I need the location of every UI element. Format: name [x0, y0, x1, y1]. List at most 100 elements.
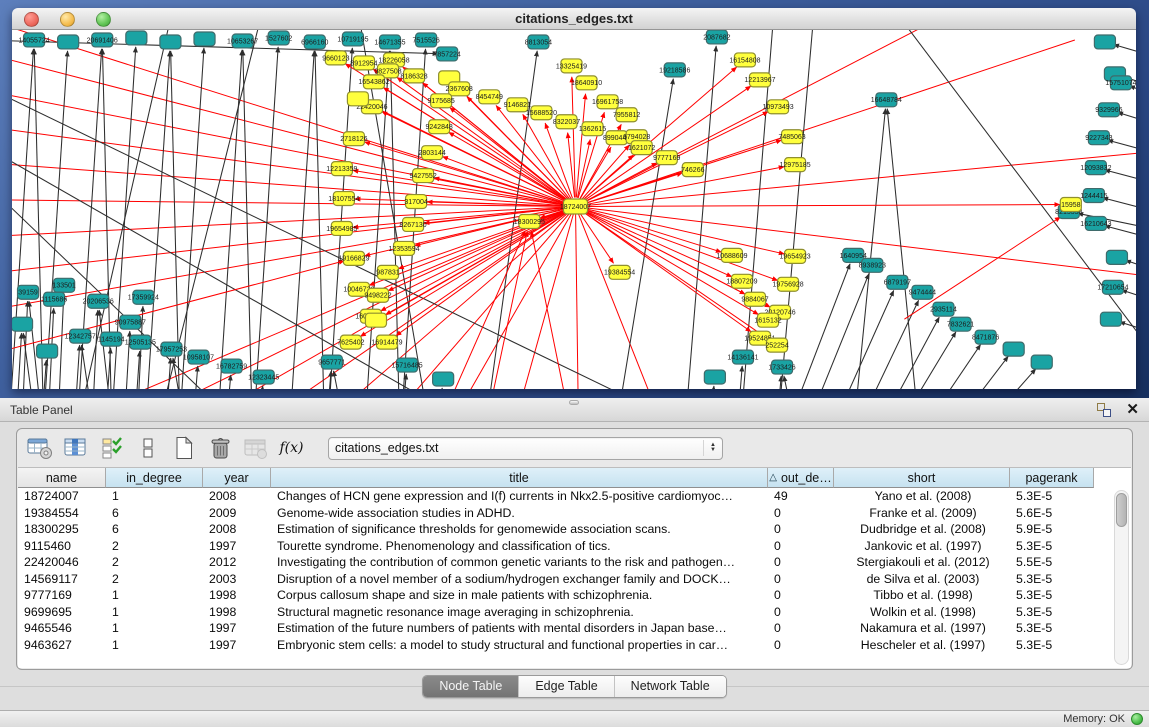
cell[interactable]: Estimation of significance thresholds fo…	[271, 521, 768, 538]
cell[interactable]: 9465546	[18, 620, 106, 637]
zoom-window-button[interactable]	[96, 12, 111, 27]
network-node[interactable]	[1094, 35, 1115, 49]
scrollbar-thumb[interactable]	[1116, 493, 1127, 527]
cell[interactable]: 6	[106, 505, 203, 522]
cell[interactable]: 9115460	[18, 538, 106, 555]
network-node[interactable]	[1100, 312, 1121, 326]
cell[interactable]: de Silva et al. (2003)	[834, 571, 1010, 588]
cell[interactable]: Hescheler et al. (1997)	[834, 637, 1010, 654]
cell[interactable]: 1997	[203, 637, 271, 654]
cell[interactable]: Embryonic stem cells: a model to study s…	[271, 637, 768, 654]
cell[interactable]: 5.3E-5	[1010, 538, 1094, 555]
function-builder-icon[interactable]: f(x)	[278, 435, 305, 461]
table-row[interactable]: 977716911998Corpus callosum shape and si…	[18, 587, 1131, 604]
network-node[interactable]	[347, 92, 368, 106]
cell[interactable]: 0	[768, 571, 834, 588]
cell[interactable]: 9699695	[18, 604, 106, 621]
table-row[interactable]: 1938455462009Genome-wide association stu…	[18, 505, 1131, 522]
cell[interactable]: 1	[106, 637, 203, 654]
cell[interactable]: Changes of HCN gene expression and I(f) …	[271, 488, 768, 505]
table-scrollbar[interactable]	[1114, 490, 1129, 665]
float-panel-icon[interactable]	[1096, 402, 1112, 418]
cell[interactable]: 0	[768, 587, 834, 604]
column-header-name[interactable]: name	[18, 468, 106, 488]
cell[interactable]: 9463627	[18, 637, 106, 654]
cell[interactable]: 5.3E-5	[1010, 587, 1094, 604]
cell[interactable]: 0	[768, 554, 834, 571]
network-node[interactable]	[1031, 355, 1052, 369]
cell[interactable]: 1	[106, 620, 203, 637]
select-attributes-icon[interactable]	[98, 435, 125, 461]
cell[interactable]: 1997	[203, 620, 271, 637]
cell[interactable]: Yano et al. (2008)	[834, 488, 1010, 505]
cell[interactable]: Tourette syndrome. Phenomenology and cla…	[271, 538, 768, 555]
table-row[interactable]: 1456911722003Disruption of a novel membe…	[18, 571, 1131, 588]
network-node[interactable]	[365, 313, 386, 327]
cell[interactable]: Investigating the contribution of common…	[271, 554, 768, 571]
network-graph[interactable]: 1405572420691406106532671527602696616010…	[12, 30, 1136, 389]
delete-table-icon[interactable]	[206, 435, 233, 461]
column-header-out_de[interactable]: △out_de…	[768, 468, 834, 488]
cell[interactable]: 1998	[203, 604, 271, 621]
close-window-button[interactable]	[24, 12, 39, 27]
cell[interactable]: 49	[768, 488, 834, 505]
cell[interactable]: 5.6E-5	[1010, 505, 1094, 522]
tab-node-table[interactable]: Node Table	[423, 676, 519, 697]
network-canvas[interactable]: 1405572420691406106532671527602696616010…	[12, 30, 1136, 389]
table-row[interactable]: 1872400712008Changes of HCN gene express…	[18, 488, 1131, 505]
cell[interactable]: 0	[768, 538, 834, 555]
cell[interactable]: 0	[768, 637, 834, 654]
network-node[interactable]	[1003, 342, 1024, 356]
cell[interactable]: 5.9E-5	[1010, 521, 1094, 538]
cell[interactable]: 2	[106, 571, 203, 588]
cell[interactable]: 0	[768, 521, 834, 538]
cell[interactable]: 2	[106, 538, 203, 555]
cell[interactable]: 5.3E-5	[1010, 488, 1094, 505]
new-table-icon[interactable]	[170, 435, 197, 461]
cell[interactable]: 2008	[203, 521, 271, 538]
cell[interactable]: 5.5E-5	[1010, 554, 1094, 571]
cell[interactable]: Tibbo et al. (1998)	[834, 587, 1010, 604]
column-header-year[interactable]: year	[203, 468, 271, 488]
table-row[interactable]: 946362711997Embryonic stem cells: a mode…	[18, 637, 1131, 654]
cell[interactable]: Dudbridge et al. (2008)	[834, 521, 1010, 538]
cell[interactable]: Stergiakouli et al. (2012)	[834, 554, 1010, 571]
cell[interactable]: 0	[768, 604, 834, 621]
cell[interactable]: Wolkin et al. (1998)	[834, 604, 1010, 621]
table-row[interactable]: 911546021997Tourette syndrome. Phenomeno…	[18, 538, 1131, 555]
tab-edge-table[interactable]: Edge Table	[519, 676, 614, 697]
cell[interactable]: Genome-wide association studies in ADHD.	[271, 505, 768, 522]
cell[interactable]: 1997	[203, 538, 271, 555]
cell[interactable]: 5.3E-5	[1010, 620, 1094, 637]
cell[interactable]: 1	[106, 488, 203, 505]
cell[interactable]: 2009	[203, 505, 271, 522]
cell[interactable]: 2003	[203, 571, 271, 588]
cell[interactable]: 0	[768, 620, 834, 637]
cell[interactable]: 2	[106, 554, 203, 571]
cell[interactable]: 5.3E-5	[1010, 637, 1094, 654]
column-header-in_degree[interactable]: in_degree	[106, 468, 203, 488]
network-node[interactable]	[1106, 250, 1127, 264]
cell[interactable]: 5.3E-5	[1010, 571, 1094, 588]
network-node[interactable]	[704, 370, 725, 384]
cell[interactable]: Structural magnetic resonance image aver…	[271, 604, 768, 621]
network-node[interactable]	[58, 35, 79, 49]
cell[interactable]: 18300295	[18, 521, 106, 538]
network-node[interactable]	[126, 31, 147, 45]
cell[interactable]: Jankovic et al. (1997)	[834, 538, 1010, 555]
network-node[interactable]	[12, 317, 33, 331]
close-panel-icon[interactable]: ✕	[1126, 402, 1139, 418]
table-settings-icon[interactable]	[26, 435, 53, 461]
select-columns-icon[interactable]	[62, 435, 89, 461]
cell[interactable]: 22420046	[18, 554, 106, 571]
network-window-titlebar[interactable]: citations_edges.txt	[12, 8, 1136, 30]
cell[interactable]: 18724007	[18, 488, 106, 505]
table-row[interactable]: 946554611997Estimation of the future num…	[18, 620, 1131, 637]
cell[interactable]: Nakamura et al. (1997)	[834, 620, 1010, 637]
cell[interactable]: 0	[768, 505, 834, 522]
cell[interactable]: 6	[106, 521, 203, 538]
network-node[interactable]	[194, 32, 215, 46]
column-chooser-icon[interactable]	[134, 435, 161, 461]
network-node[interactable]	[160, 35, 181, 49]
cell[interactable]: 1	[106, 604, 203, 621]
